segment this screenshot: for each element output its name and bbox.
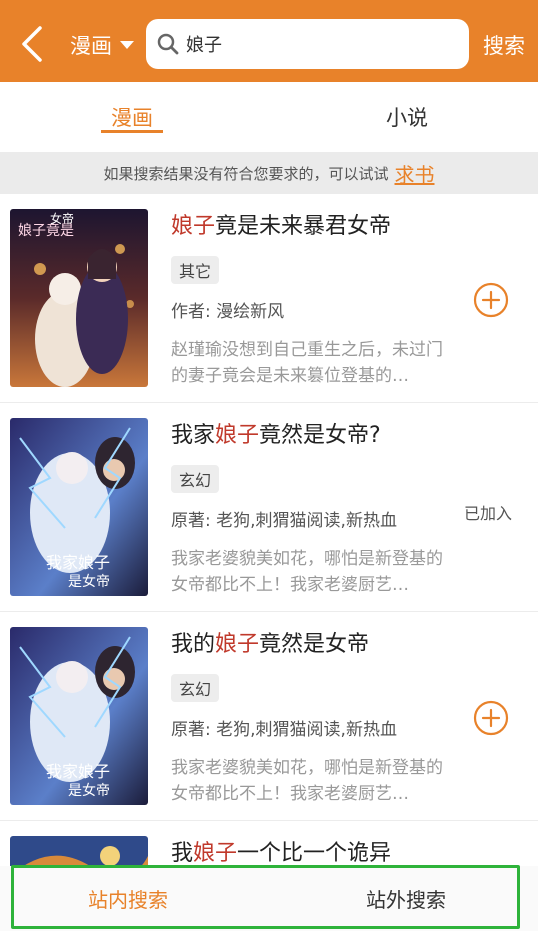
svg-text:是女帝: 是女帝 xyxy=(68,573,110,590)
search-input[interactable] xyxy=(186,33,446,55)
comic-title[interactable]: 我家娘子竟然是女帝? xyxy=(171,417,381,449)
genre-tag: 玄幻 xyxy=(171,465,220,493)
hint-text: 如果搜索结果没有符合您要求的，可以试试 xyxy=(103,164,389,183)
tab-site-search[interactable]: 站内搜索 xyxy=(88,868,168,928)
tab-novel[interactable]: 小说 xyxy=(370,82,444,152)
author-text: 原著: 老狗,刺猬猫阅读,新热血 xyxy=(171,511,397,531)
cover-image[interactable]: 我家娘子 是女帝 xyxy=(10,418,148,596)
search-scope-bar xyxy=(0,866,538,931)
svg-text:是女帝: 是女帝 xyxy=(68,782,110,799)
description-text: 赵瑾瑜没想到自己重生之后，未过门的妻子竟会是未来篡位登基的… xyxy=(171,340,443,386)
genre-tag: 其它 xyxy=(171,256,220,284)
search-box[interactable] xyxy=(146,19,469,69)
added-status: 已加入 xyxy=(464,504,513,523)
list-item[interactable]: 我家娘子 是女帝 我的娘子竟然是女帝 玄幻 原著: 老狗,刺猬猫阅读,新热血 我… xyxy=(0,612,538,821)
category-dropdown[interactable]: 漫画 xyxy=(70,30,134,60)
search-icon xyxy=(157,33,179,55)
cover-image[interactable]: 娘子竟是 女帝 xyxy=(10,209,148,387)
comic-title[interactable]: 我的娘子竟然是女帝 xyxy=(171,626,369,658)
type-tabs: 漫画 小说 xyxy=(0,82,538,152)
search-button[interactable]: 搜索 xyxy=(483,30,525,60)
description-text: 我家老婆貌美如花，哪怕是新登基的女帝都比不上！我家老婆厨艺… xyxy=(171,758,443,804)
chevron-left-icon xyxy=(22,26,42,62)
add-to-shelf-button[interactable] xyxy=(473,282,509,318)
list-item[interactable]: 我家娘子 是女帝 我家娘子竟然是女帝? 玄幻 原著: 老狗,刺猬猫阅读,新热血 … xyxy=(0,403,538,612)
cover-image[interactable]: 我家娘子 是女帝 xyxy=(10,627,148,805)
top-bar: 漫画 搜索 xyxy=(0,0,538,82)
list-item[interactable]: 娘子竟是 女帝 娘子竟是未来暴君女帝 其它 作者: 漫绘新风 赵瑾瑜没想到自己重… xyxy=(0,194,538,403)
add-to-shelf-button[interactable] xyxy=(473,700,509,736)
genre-tag: 玄幻 xyxy=(171,674,220,702)
author-text: 原著: 老狗,刺猬猫阅读,新热血 xyxy=(171,720,397,740)
tab-external-search[interactable]: 站外搜索 xyxy=(366,868,446,928)
back-button[interactable] xyxy=(14,24,50,64)
tab-comic[interactable]: 漫画 xyxy=(95,82,169,152)
request-book-link[interactable]: 求书 xyxy=(395,159,435,188)
svg-text:我家娘子: 我家娘子 xyxy=(46,762,110,781)
request-hint-bar: 如果搜索结果没有符合您要求的，可以试试 求书 xyxy=(0,152,538,194)
author-text: 作者: 漫绘新风 xyxy=(171,302,285,322)
description-text: 我家老婆貌美如花，哪怕是新登基的女帝都比不上！我家老婆厨艺… xyxy=(171,549,443,595)
svg-text:女帝: 女帝 xyxy=(50,211,74,226)
svg-text:我家娘子: 我家娘子 xyxy=(46,553,110,572)
plus-circle-icon xyxy=(473,700,509,736)
active-tab-indicator xyxy=(101,130,163,133)
comic-title[interactable]: 我娘子一个比一个诡异 xyxy=(171,835,391,867)
result-list: 娘子竟是 女帝 娘子竟是未来暴君女帝 其它 作者: 漫绘新风 赵瑾瑜没想到自己重… xyxy=(0,194,538,891)
chevron-down-icon xyxy=(120,41,134,49)
category-label: 漫画 xyxy=(70,34,112,58)
comic-title[interactable]: 娘子竟是未来暴君女帝 xyxy=(171,208,391,240)
plus-circle-icon xyxy=(473,282,509,318)
